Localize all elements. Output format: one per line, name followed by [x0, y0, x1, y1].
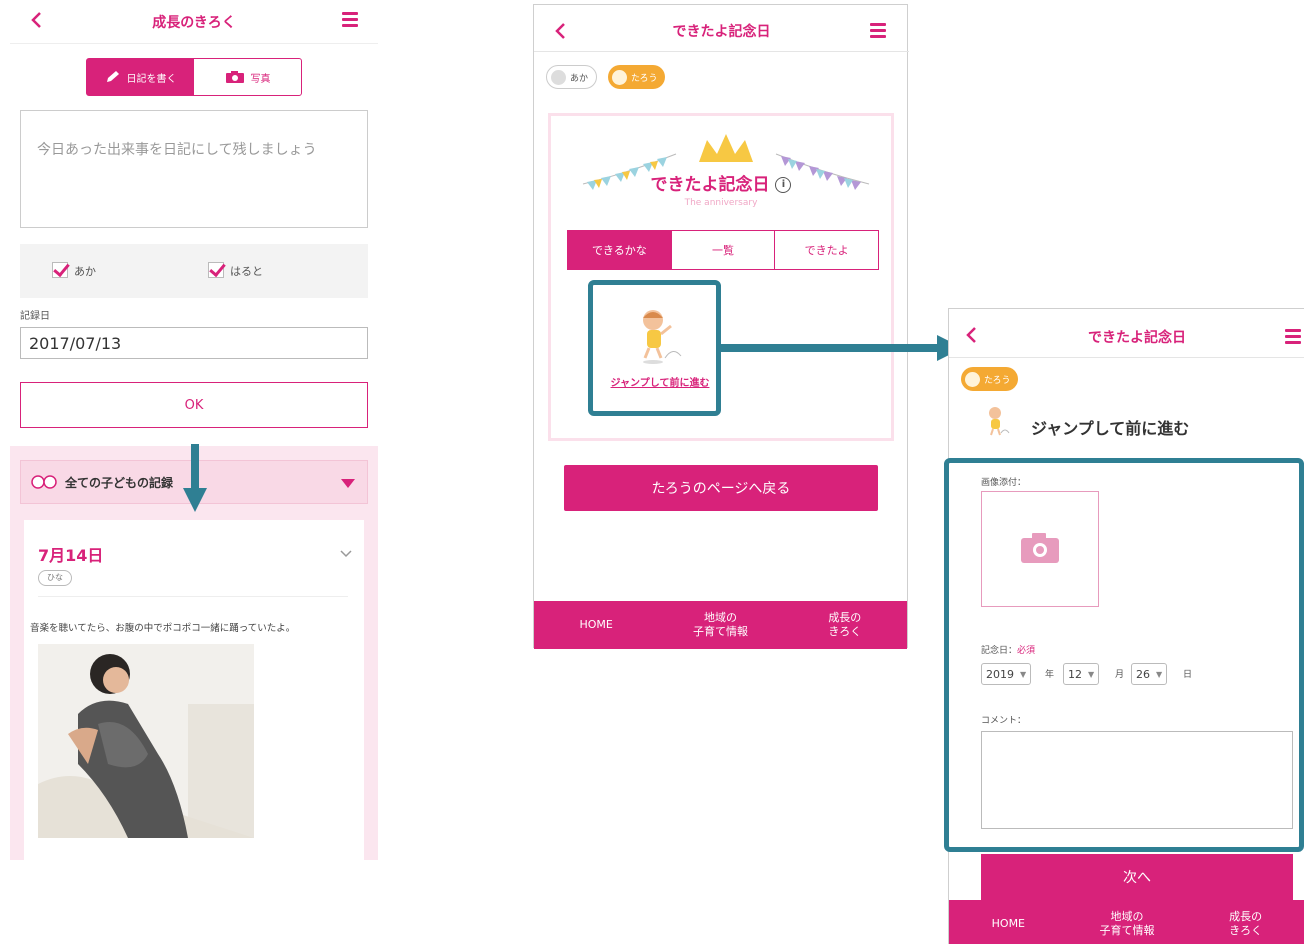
- entry-tag: ひな: [38, 570, 72, 586]
- pregnant-woman-photo: [38, 644, 254, 838]
- diary-entry-card: 7月14日 ひな 音楽を聴いてたら、お腹の中でポコポコ一緒に踊っていたよ。: [24, 520, 364, 860]
- tab-photo-label: 写真: [250, 73, 271, 85]
- child-chip-label: たろう: [631, 73, 658, 84]
- tab-photo[interactable]: 写真: [194, 59, 301, 95]
- checkbox-aka[interactable]: [52, 262, 68, 278]
- highlight-milestone: [588, 280, 721, 416]
- jumping-child-icon: [989, 407, 1010, 436]
- checkbox-aka-label: あか: [74, 265, 96, 278]
- header: 成長のきろく: [10, 0, 378, 44]
- tab-diary-label: 日記を書く: [126, 73, 177, 85]
- tab-dekirukana[interactable]: できるかな: [568, 231, 671, 269]
- hero-subtitle: The anniversary: [684, 198, 758, 208]
- diary-textarea[interactable]: 今日あった出来事を日記にして残しましょう: [20, 110, 368, 228]
- child-avatar-icon: [551, 69, 566, 85]
- child-chip-label: たろう: [984, 375, 1011, 386]
- tab-dekitayo[interactable]: できたよ: [774, 231, 878, 269]
- child-chip-taro[interactable]: たろう: [608, 65, 666, 89]
- menu-icon[interactable]: [870, 23, 886, 38]
- record-date-input[interactable]: 2017/07/13: [20, 327, 368, 359]
- tab-ichiran[interactable]: 一覧: [670, 231, 775, 269]
- divider: [38, 596, 348, 597]
- child-chip-aka[interactable]: あか: [546, 65, 598, 89]
- page-title: できたよ記念日: [672, 24, 771, 40]
- tab-local-info-line2: 子育て情報: [692, 625, 748, 638]
- tab-growth-line2: きろく: [1229, 924, 1263, 937]
- tab-pointer: [142, 96, 158, 104]
- child-chip-taro[interactable]: たろう: [961, 367, 1019, 391]
- caret-down-icon: [341, 479, 355, 488]
- info-icon[interactable]: i: [775, 177, 792, 193]
- back-to-taro-button[interactable]: たろうのページへ戻る: [564, 465, 878, 511]
- bottom-tabbar: HOME 地域の 子育て情報 成長の きろく: [534, 601, 907, 649]
- next-button[interactable]: 次へ: [981, 854, 1293, 900]
- tab-local-info[interactable]: 地域の 子育て情報: [658, 601, 782, 649]
- header-divider: [534, 51, 909, 52]
- ok-button[interactable]: OK: [20, 382, 368, 428]
- hero-title-text: できたよ記念日: [650, 175, 770, 195]
- children-faces-icon: [31, 475, 57, 489]
- camera-icon: [225, 71, 244, 83]
- milestone-title: ジャンプして前に進む: [1031, 419, 1190, 438]
- tab-home[interactable]: HOME: [534, 601, 658, 649]
- entry-text: 音楽を聴いてたら、お腹の中でポコポコ一緒に踊っていたよ。: [30, 623, 296, 634]
- tab-growth[interactable]: 成長の きろく: [1186, 900, 1304, 944]
- flow-arrow-right: [719, 335, 963, 361]
- header-divider: [949, 357, 1304, 358]
- all-records-label: 全ての子どもの記録: [65, 476, 174, 490]
- page-title: 成長のきろく: [152, 15, 236, 31]
- checkbox-haruto[interactable]: [208, 262, 224, 278]
- flow-arrow-down: [183, 444, 207, 512]
- child-avatar-icon: [965, 371, 980, 387]
- entry-date: 7月14日: [38, 546, 104, 565]
- checkbox-haruto-label: はると: [230, 265, 263, 278]
- hero-title: できたよ記念日 i: [551, 170, 891, 195]
- tab-local-info-line1: 地域の: [1110, 910, 1144, 923]
- growth-record-screen: 成長のきろく 日記を書く 写真 今日あった出来事を日記にして残しましょう あか …: [10, 0, 378, 860]
- chevron-down-icon[interactable]: [340, 550, 352, 558]
- child-avatar-icon: [612, 69, 627, 85]
- menu-icon[interactable]: [342, 12, 358, 27]
- anniversary-tabs: できるかな 一覧 できたよ: [567, 230, 879, 270]
- bottom-tabbar: HOME 地域の 子育て情報 成長の きろく: [949, 900, 1304, 944]
- tab-diary[interactable]: 日記を書く: [87, 59, 194, 95]
- tab-local-info-line1: 地域の: [703, 611, 737, 624]
- child-chip-label: あか: [570, 73, 589, 84]
- mode-tabs: 日記を書く 写真: [86, 58, 302, 96]
- tab-growth-line1: 成長の: [828, 611, 862, 624]
- date-label: 記録日: [20, 311, 50, 322]
- tab-growth-line1: 成長の: [1229, 910, 1263, 923]
- tab-local-info-line2: 子育て情報: [1099, 924, 1155, 937]
- tab-growth-line2: きろく: [828, 625, 862, 638]
- child-checkboxes: あか はると: [20, 244, 368, 298]
- highlight-form: [944, 458, 1304, 852]
- tab-growth[interactable]: 成長の きろく: [783, 601, 907, 649]
- pencil-icon: [106, 71, 119, 82]
- tab-local-info[interactable]: 地域の 子育て情報: [1068, 900, 1187, 944]
- menu-icon[interactable]: [1285, 329, 1301, 344]
- page-title: できたよ記念日: [1088, 330, 1186, 346]
- tab-home[interactable]: HOME: [949, 900, 1068, 944]
